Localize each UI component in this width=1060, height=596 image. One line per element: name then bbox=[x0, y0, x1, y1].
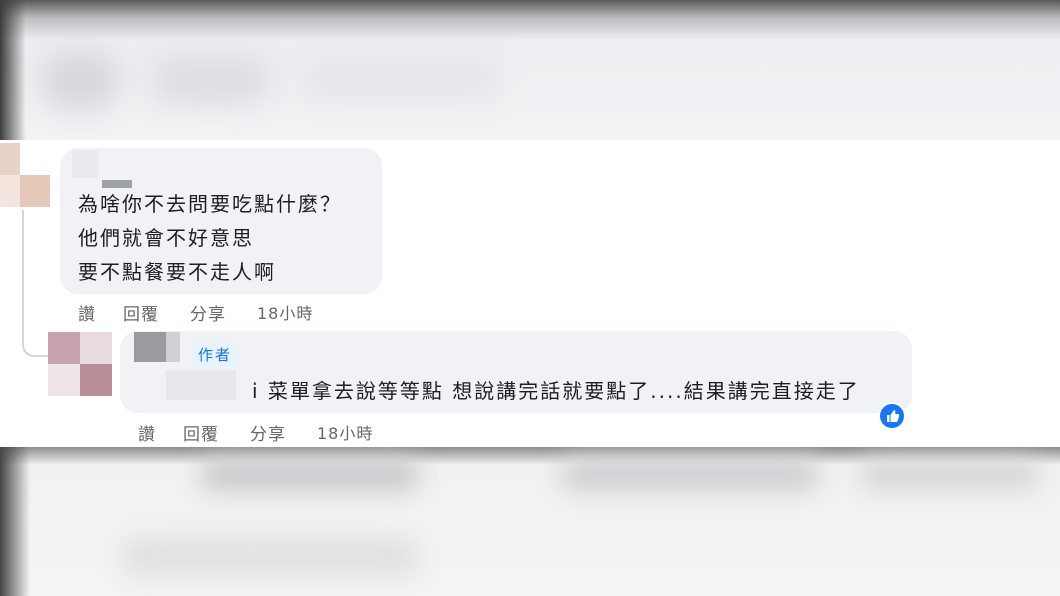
comment-text: 為啥你不去問要吃點什麼？ 他們就會不好意思 要不點餐要不走人啊 bbox=[78, 187, 342, 289]
like-button[interactable]: 讚 bbox=[138, 420, 156, 445]
timestamp[interactable]: 18小時 bbox=[317, 420, 373, 444]
reply-button[interactable]: 回覆 bbox=[123, 300, 159, 325]
reply-button[interactable]: 回覆 bbox=[183, 420, 219, 445]
like-icon[interactable] bbox=[878, 402, 906, 430]
blurred-top-region bbox=[0, 0, 1060, 140]
edge-shadow bbox=[0, 0, 26, 140]
timestamp[interactable]: 18小時 bbox=[257, 300, 313, 324]
share-button[interactable]: 分享 bbox=[250, 420, 286, 445]
like-button[interactable]: 讚 bbox=[78, 300, 96, 325]
author-badge: 作者 bbox=[192, 342, 239, 367]
reply-text: i 菜單拿去說等等點 想說講完話就要點了....結果講完直接走了 bbox=[252, 379, 860, 403]
comment-line: 要不點餐要不走人啊 bbox=[78, 260, 276, 284]
share-button[interactable]: 分享 bbox=[190, 300, 226, 325]
comment-line: 為啥你不去問要吃點什麼？ bbox=[78, 192, 342, 216]
edge-shadow bbox=[0, 447, 30, 596]
blurred-bottom-region bbox=[0, 447, 1060, 596]
comment-line: 他們就會不好意思 bbox=[78, 226, 254, 250]
